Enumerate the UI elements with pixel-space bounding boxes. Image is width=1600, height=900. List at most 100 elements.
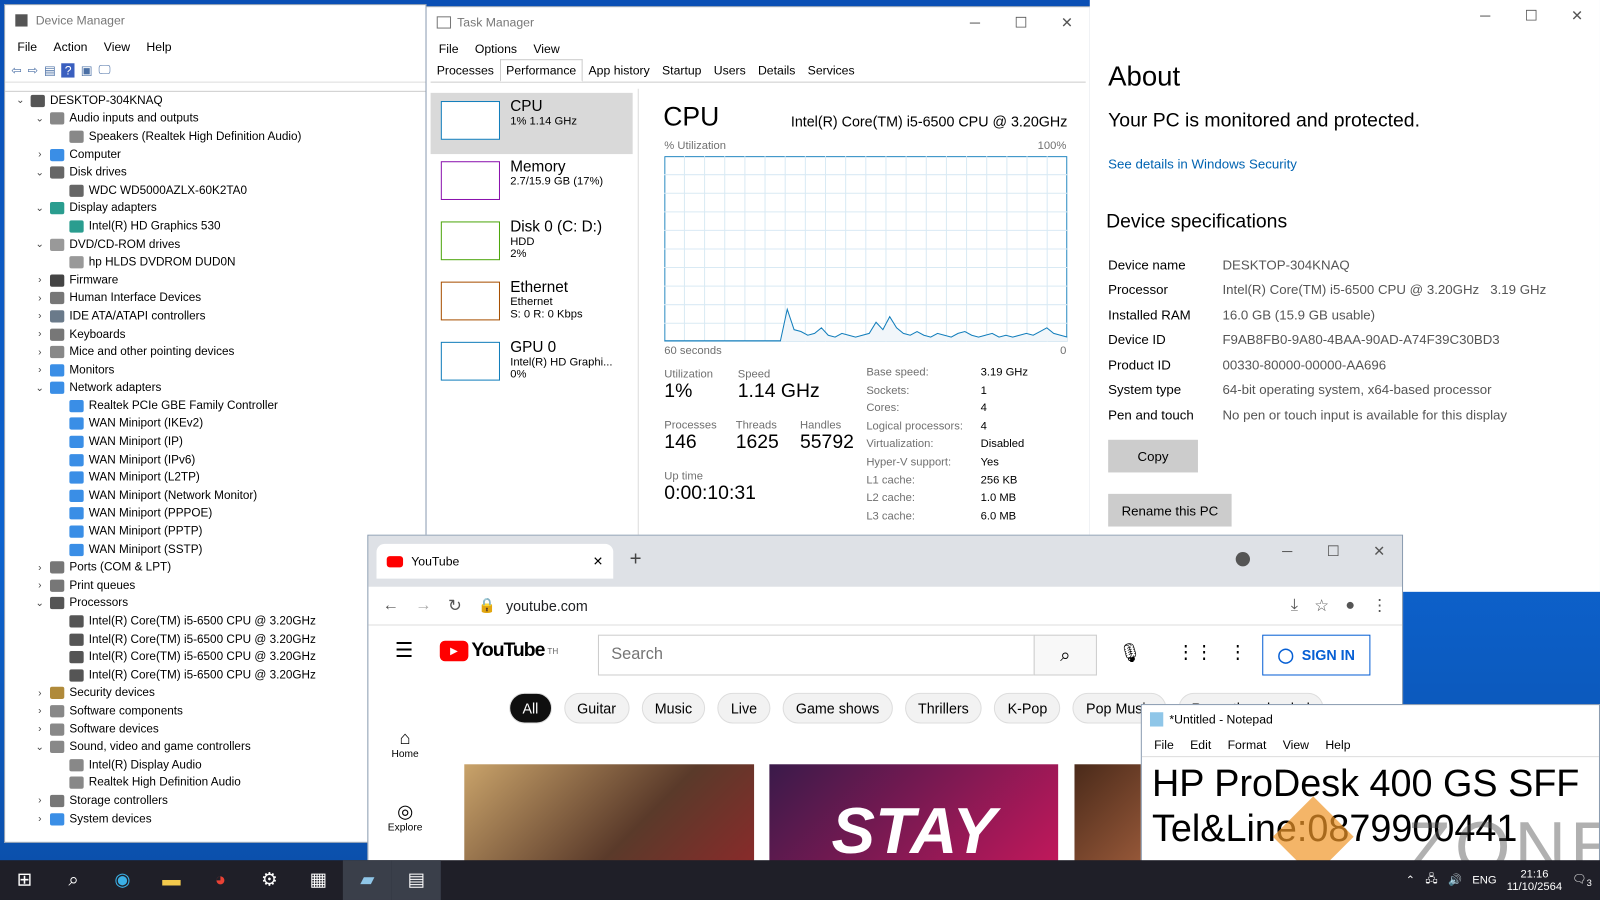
- reload-icon[interactable]: ↻: [448, 595, 462, 615]
- tree-node[interactable]: WAN Miniport (PPTP): [5, 523, 425, 541]
- expand-toggle-icon[interactable]: ⌄: [33, 239, 47, 250]
- settings-more-icon[interactable]: ⋮: [1229, 642, 1247, 663]
- expand-toggle-icon[interactable]: ›: [33, 364, 47, 375]
- expand-toggle-icon[interactable]: ›: [33, 724, 47, 735]
- tree-node[interactable]: hp HLDS DVDROM DUD0N: [5, 253, 425, 271]
- search-icon[interactable]: ⌕: [49, 860, 98, 900]
- expand-toggle-icon[interactable]: ›: [33, 149, 47, 160]
- menu-item[interactable]: File: [1146, 738, 1182, 752]
- resource-memory[interactable]: Memory 2.7/15.9 GB (17%): [431, 153, 633, 214]
- new-tab-button[interactable]: +: [630, 548, 642, 571]
- tree-node[interactable]: Intel(R) Display Audio: [5, 756, 425, 774]
- device-manager-titlebar[interactable]: Device Manager: [5, 5, 425, 36]
- clock[interactable]: 21:16 11/10/2564: [1507, 868, 1562, 892]
- menu-item[interactable]: Edit: [1182, 738, 1219, 752]
- tab-services[interactable]: Services: [802, 59, 861, 81]
- menu-item[interactable]: View: [1275, 738, 1318, 752]
- tab-youtube[interactable]: YouTube ✕: [376, 543, 614, 579]
- menu-item[interactable]: View: [96, 40, 139, 54]
- tree-node[interactable]: ⌄ Sound, video and game controllers: [5, 738, 425, 756]
- video-thumbnail[interactable]: STAY: [769, 764, 1059, 863]
- properties-icon[interactable]: ▤: [44, 63, 56, 77]
- tree-node[interactable]: ⌄ Audio inputs and outputs: [5, 110, 425, 128]
- install-icon[interactable]: ⤓: [1291, 596, 1298, 614]
- forward-icon[interactable]: →: [415, 596, 431, 614]
- notifications-icon[interactable]: 🗨3: [1572, 872, 1591, 887]
- help-icon[interactable]: ?: [61, 62, 75, 78]
- tab-search-icon[interactable]: [1235, 552, 1250, 567]
- tab-details[interactable]: Details: [752, 59, 802, 81]
- tree-node[interactable]: › Firmware: [5, 271, 425, 289]
- menu-item[interactable]: File: [431, 42, 467, 56]
- minimize-button[interactable]: ─: [952, 7, 998, 38]
- maximize-button[interactable]: ☐: [998, 7, 1044, 38]
- chip-live[interactable]: Live: [717, 692, 771, 724]
- volume-icon[interactable]: 🔊: [1448, 873, 1462, 886]
- tree-node[interactable]: › Monitors: [5, 361, 425, 379]
- maximize-button[interactable]: ☐: [1508, 0, 1554, 31]
- chip-guitar[interactable]: Guitar: [563, 692, 630, 724]
- search-button[interactable]: ⌕: [1033, 634, 1097, 676]
- notepad-titlebar[interactable]: *Untitled - Notepad: [1142, 705, 1599, 734]
- text-area[interactable]: HP ProDesk 400 GS SFF Tel&Line:087990044…: [1141, 756, 1599, 862]
- resource-disk[interactable]: Disk 0 (C: D:) HDD 2%: [431, 213, 633, 274]
- expand-toggle-icon[interactable]: ⌄: [33, 741, 47, 752]
- rename-pc-button[interactable]: Rename this PC: [1108, 493, 1232, 527]
- chrome-icon[interactable]: ◕: [196, 860, 245, 900]
- expand-toggle-icon[interactable]: ›: [33, 562, 47, 573]
- expand-toggle-icon[interactable]: ›: [33, 293, 47, 304]
- tree-node[interactable]: › System devices: [5, 810, 425, 828]
- menu-item[interactable]: Help: [138, 40, 180, 54]
- chip-thrillers[interactable]: Thrillers: [904, 692, 983, 724]
- menu-item[interactable]: Action: [45, 40, 95, 54]
- hamburger-menu-icon[interactable]: ☰: [395, 638, 413, 664]
- tree-node[interactable]: › Mice and other pointing devices: [5, 343, 425, 361]
- close-button[interactable]: ✕: [1554, 0, 1600, 31]
- tree-node[interactable]: › Keyboards: [5, 325, 425, 343]
- tree-node[interactable]: WAN Miniport (IP): [5, 433, 425, 451]
- tree-node[interactable]: WAN Miniport (SSTP): [5, 541, 425, 559]
- tree-node[interactable]: Speakers (Realtek High Definition Audio): [5, 128, 425, 146]
- windows-security-link[interactable]: See details in Windows Security: [1108, 156, 1297, 171]
- sign-in-button[interactable]: ◯ SIGN IN: [1262, 634, 1371, 676]
- expand-toggle-icon[interactable]: ›: [33, 813, 47, 824]
- expand-toggle-icon[interactable]: ⌄: [33, 382, 47, 393]
- chrome-menu-icon[interactable]: ⋮: [1371, 595, 1387, 615]
- settings-icon[interactable]: ⚙: [245, 860, 294, 900]
- close-button[interactable]: ✕: [1356, 536, 1402, 567]
- expand-toggle-icon[interactable]: ⌄: [33, 598, 47, 609]
- tree-node[interactable]: › Security devices: [5, 684, 425, 702]
- expand-toggle-icon[interactable]: ›: [33, 311, 47, 322]
- video-thumbnail[interactable]: [464, 764, 755, 863]
- tree-node[interactable]: WAN Miniport (IKEv2): [5, 415, 425, 433]
- minimize-button[interactable]: ─: [1462, 0, 1508, 31]
- back-icon[interactable]: ⇦: [11, 63, 21, 77]
- expand-toggle-icon[interactable]: ⌄: [33, 113, 47, 124]
- nav-explore[interactable]: ◎ Explore: [383, 801, 428, 834]
- menu-item[interactable]: Options: [467, 42, 526, 56]
- maximize-button[interactable]: ☐: [1310, 536, 1356, 567]
- search-input[interactable]: [597, 634, 1035, 676]
- tree-node[interactable]: Intel(R) Core(TM) i5-6500 CPU @ 3.20GHz: [5, 630, 425, 648]
- expand-toggle-icon[interactable]: ›: [33, 329, 47, 340]
- resource-gpu[interactable]: GPU 0 Intel(R) HD Graphi... 0%: [431, 334, 633, 395]
- expand-toggle-icon[interactable]: ⌄: [33, 203, 47, 214]
- tree-node[interactable]: Intel(R) HD Graphics 530: [5, 218, 425, 236]
- device-manager-taskbar-icon[interactable]: ▦: [294, 860, 343, 900]
- tree-node[interactable]: › Software components: [5, 702, 425, 720]
- tree-node[interactable]: › Storage controllers: [5, 792, 425, 810]
- menu-item[interactable]: View: [525, 42, 568, 56]
- expand-toggle-icon[interactable]: ›: [33, 706, 47, 717]
- profile-icon[interactable]: ●: [1345, 596, 1355, 614]
- tree-node[interactable]: › Computer: [5, 146, 425, 164]
- network-icon[interactable]: 🖧: [1425, 870, 1438, 889]
- tree-node[interactable]: › Human Interface Devices: [5, 289, 425, 307]
- tree-node[interactable]: Intel(R) Core(TM) i5-6500 CPU @ 3.20GHz: [5, 612, 425, 630]
- resource-cpu[interactable]: CPU 1% 1.14 GHz: [430, 92, 633, 155]
- youtube-logo[interactable]: ▶ YouTube TH: [439, 640, 558, 662]
- file-explorer-icon[interactable]: ▬: [147, 860, 196, 900]
- scan-hardware-icon[interactable]: 🖵: [98, 62, 110, 77]
- expand-toggle-icon[interactable]: ›: [33, 347, 47, 358]
- show-hidden-icons[interactable]: ⌃: [1406, 873, 1415, 886]
- expand-toggle-icon[interactable]: ›: [33, 688, 47, 699]
